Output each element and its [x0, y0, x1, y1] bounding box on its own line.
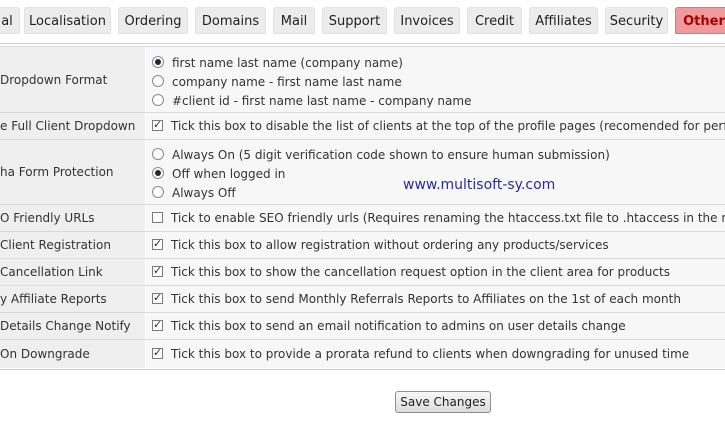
checkbox[interactable]	[152, 118, 163, 131]
settings-row-dropdown-format: Dropdown Format first name last name (co…	[0, 47, 725, 113]
tab-mail[interactable]: Mail	[273, 7, 315, 34]
radio-button[interactable]	[152, 167, 164, 179]
tab-ordering[interactable]: Ordering	[118, 7, 188, 34]
radio-option[interactable]: company name - first name last name	[152, 75, 402, 89]
radio-option[interactable]: #client id - first name last name - comp…	[152, 94, 471, 108]
option-label: Always On (5 digit verification code sho…	[172, 148, 610, 162]
tab-general[interactable]: al	[0, 7, 20, 34]
checkbox[interactable]	[152, 291, 163, 304]
radio-button[interactable]	[152, 186, 164, 198]
settings-row-seo-urls: O Friendly URLs Tick to enable SEO frien…	[0, 205, 725, 232]
checkbox-label: Tick this box to show the cancellation r…	[171, 265, 670, 279]
settings-row-details-change-notify: Details Change Notify Tick this box to s…	[0, 313, 725, 340]
radio-button[interactable]	[152, 148, 164, 160]
checkbox-label: Tick to enable SEO friendly urls (Requir…	[171, 211, 725, 225]
row-field: Tick this box to allow registration with…	[146, 232, 725, 258]
tab-invoices[interactable]: Invoices	[394, 7, 460, 34]
option-label: company name - first name last name	[172, 75, 402, 89]
row-field: Tick this box to show the cancellation r…	[146, 259, 725, 285]
checkbox-option[interactable]: Tick this box to show the cancellation r…	[152, 264, 670, 279]
row-field: first name last name (company name) comp…	[146, 47, 725, 112]
checkbox-option[interactable]: Tick this box to send Monthly Referrals …	[152, 291, 681, 306]
checkbox-option[interactable]: Tick this box to provide a prorata refun…	[152, 346, 690, 361]
settings-row-disable-client-dropdown: e Full Client Dropdown Tick this box to …	[0, 113, 725, 140]
tab-support[interactable]: Support	[322, 7, 387, 34]
row-label: Details Change Notify	[0, 313, 145, 339]
row-label: On Downgrade	[0, 340, 145, 368]
radio-button[interactable]	[152, 56, 164, 68]
row-label: ha Form Protection	[0, 140, 145, 204]
checkbox-label: Tick this box to send Monthly Referrals …	[171, 292, 681, 306]
settings-row-client-registration: Client Registration Tick this box to all…	[0, 232, 725, 259]
settings-row-captcha-protection: ha Form Protection Always On (5 digit ve…	[0, 140, 725, 205]
radio-option[interactable]: Always Off	[152, 186, 236, 200]
checkbox-label: Tick this box to disable the list of cli…	[171, 119, 725, 133]
tab-affiliates[interactable]: Affiliates	[529, 7, 598, 34]
row-field: Always On (5 digit verification code sho…	[146, 140, 725, 204]
watermark-text: www.multisoft-sy.com	[403, 177, 556, 193]
settings-row-cancellation-link: Cancellation Link Tick this box to show …	[0, 259, 725, 286]
tab-bar: al Localisation Ordering Domains Mail Su…	[0, 0, 725, 44]
radio-option[interactable]: first name last name (company name)	[152, 56, 403, 70]
checkbox-label: Tick this box to allow registration with…	[171, 238, 609, 252]
option-label: Always Off	[172, 186, 236, 200]
checkbox-label: Tick this box to send an email notificat…	[171, 319, 626, 333]
settings-row-prorata-downgrade: On Downgrade Tick this box to provide a …	[0, 340, 725, 368]
row-label: Client Registration	[0, 232, 145, 258]
checkbox-option[interactable]: Tick this box to disable the list of cli…	[152, 118, 725, 133]
row-label: O Friendly URLs	[0, 205, 145, 231]
row-label: Cancellation Link	[0, 259, 145, 285]
radio-option[interactable]: Off when logged in	[152, 167, 285, 181]
settings-table: Dropdown Format first name last name (co…	[0, 46, 725, 370]
row-field: Tick this box to send an email notificat…	[146, 313, 725, 339]
checkbox[interactable]	[152, 212, 163, 223]
checkbox-option[interactable]: Tick this box to allow registration with…	[152, 237, 609, 252]
option-label: Off when logged in	[172, 167, 286, 181]
settings-row-affiliate-reports: y Affiliate Reports Tick this box to sen…	[0, 286, 725, 313]
radio-button[interactable]	[152, 75, 164, 87]
radio-option[interactable]: Always On (5 digit verification code sho…	[152, 148, 610, 162]
row-label: y Affiliate Reports	[0, 286, 145, 312]
checkbox[interactable]	[152, 318, 163, 331]
checkbox-option[interactable]: Tick this box to send an email notificat…	[152, 318, 626, 333]
tab-localisation[interactable]: Localisation	[24, 7, 111, 34]
tab-other[interactable]: Other	[675, 7, 725, 34]
row-label: e Full Client Dropdown	[0, 113, 145, 139]
tab-credit[interactable]: Credit	[467, 7, 522, 34]
row-field: Tick to enable SEO friendly urls (Requir…	[146, 205, 725, 231]
row-field: Tick this box to provide a prorata refun…	[146, 340, 725, 368]
tab-bar-divider	[0, 43, 725, 44]
save-changes-button[interactable]: Save Changes	[395, 391, 491, 413]
checkbox[interactable]	[152, 346, 163, 359]
checkbox-label: Tick this box to provide a prorata refun…	[171, 347, 690, 361]
tab-security[interactable]: Security	[605, 7, 668, 34]
radio-button[interactable]	[152, 94, 164, 106]
tab-domains[interactable]: Domains	[195, 7, 266, 34]
checkbox[interactable]	[152, 264, 163, 277]
option-label: #client id - first name last name - comp…	[172, 94, 472, 108]
option-label: first name last name (company name)	[172, 56, 403, 70]
row-label: Dropdown Format	[0, 47, 145, 112]
row-field: Tick this box to disable the list of cli…	[146, 113, 725, 139]
row-field: Tick this box to send Monthly Referrals …	[146, 286, 725, 312]
checkbox[interactable]	[152, 237, 163, 250]
checkbox-option[interactable]: Tick to enable SEO friendly urls (Requir…	[152, 211, 725, 225]
